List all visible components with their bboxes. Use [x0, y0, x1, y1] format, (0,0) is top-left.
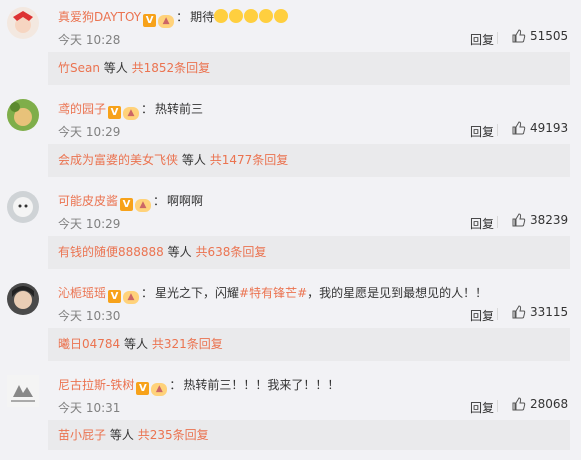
comment-username[interactable]: 真爱狗DAYTOY	[58, 10, 141, 24]
like-count: 49193	[530, 121, 569, 135]
like-button[interactable]: 49193	[512, 121, 568, 135]
vip-badge-icon: ▲	[123, 291, 140, 304]
verified-badge-icon: V	[108, 290, 122, 303]
comment-text: 期待	[190, 10, 215, 24]
comment-time: 今天 10:31	[58, 401, 121, 415]
comment-text: 啊啊啊	[167, 194, 204, 208]
vip-badge-icon: ▲	[151, 383, 168, 396]
reply-button[interactable]: 回复	[470, 123, 494, 140]
emoji-icon	[259, 9, 274, 23]
comment-time: 今天 10:29	[58, 217, 121, 231]
vip-badge-icon: ▲	[135, 199, 152, 212]
thumbs-up-icon	[512, 305, 526, 319]
reply-count-link[interactable]: 共321条回复	[152, 337, 223, 351]
like-count: 38239	[530, 213, 569, 227]
emoji-icon	[229, 9, 244, 23]
thumbs-up-icon	[512, 213, 526, 227]
comment-item: 鸢的园子 V ▲：热转前三 今天 10:29 回复 49193 会成为富婆的美女飞侠…	[0, 92, 581, 184]
comment-text: 星光之下，闪耀	[155, 286, 240, 300]
reply-summary[interactable]: 曦日04784 等人 共321条回复	[48, 328, 570, 361]
comment-time: 今天 10:29	[58, 125, 121, 139]
like-count: 28068	[530, 397, 569, 411]
avatar[interactable]	[7, 283, 39, 315]
verified-badge-icon: V	[120, 198, 134, 211]
reply-users[interactable]: 会成为富婆的美女飞侠	[58, 153, 178, 167]
comment-username[interactable]: 尼古拉斯-铁树	[58, 378, 134, 392]
reply-summary[interactable]: 苗小屁子 等人 共235条回复	[48, 420, 570, 450]
vip-badge-icon: ▲	[123, 107, 140, 120]
reply-count-link[interactable]: 共1852条回复	[132, 61, 211, 75]
divider	[497, 400, 498, 412]
verified-badge-icon: V	[108, 106, 122, 119]
comment-text: 热转前三！！！我来了！！！	[183, 378, 340, 392]
thumbs-up-icon	[512, 29, 526, 43]
reply-others: 等人	[103, 61, 128, 75]
avatar[interactable]	[7, 191, 39, 223]
reply-summary[interactable]: 会成为富婆的美女飞侠 等人 共1477条回复	[48, 144, 570, 177]
divider	[497, 216, 498, 228]
like-button[interactable]: 38239	[512, 213, 568, 227]
like-count: 33115	[530, 305, 569, 319]
like-button[interactable]: 51505	[512, 29, 568, 43]
reply-summary[interactable]: 有钱的随便888888 等人 共638条回复	[48, 236, 570, 269]
comment-time: 今天 10:28	[58, 33, 121, 47]
comment-item: 沁栀瑶瑶 V ▲：星光之下，闪耀#特有锋芒#，我的星愿是见到最想见的人！！ 今天 1…	[0, 276, 581, 368]
like-button[interactable]: 33115	[512, 305, 568, 319]
avatar[interactable]	[7, 7, 39, 39]
reply-count-link[interactable]: 共638条回复	[195, 245, 266, 259]
reply-button[interactable]: 回复	[470, 31, 494, 48]
like-count: 51505	[530, 29, 569, 43]
comment-text: 热转前三	[155, 102, 204, 116]
reply-others: 等人	[181, 153, 206, 167]
comment-text-continued: ，我的星愿是见到最想见的人！！	[307, 286, 488, 300]
comment-item: 可能皮皮酱 V ▲：啊啊啊 今天 10:29 回复 38239 有钱的随便88888…	[0, 184, 581, 276]
emoji-group	[214, 9, 289, 24]
comment-username[interactable]: 鸢的园子	[58, 102, 106, 116]
like-button[interactable]: 28068	[512, 397, 568, 411]
reply-users[interactable]: 苗小屁子	[58, 428, 106, 442]
reply-users[interactable]: 有钱的随便888888	[58, 245, 164, 259]
reply-users[interactable]: 竹Sean	[58, 61, 100, 75]
vip-badge-icon: ▲	[158, 15, 175, 28]
thumbs-up-icon	[512, 397, 526, 411]
emoji-icon	[214, 9, 229, 23]
emoji-icon	[274, 9, 289, 23]
verified-badge-icon: V	[136, 382, 150, 395]
topic-link[interactable]: #特有锋芒#	[239, 286, 307, 300]
reply-button[interactable]: 回复	[470, 399, 494, 416]
reply-users[interactable]: 曦日04784	[58, 337, 120, 351]
reply-others: 等人	[167, 245, 192, 259]
comment-username[interactable]: 沁栀瑶瑶	[58, 286, 106, 300]
reply-count-link[interactable]: 共1477条回复	[210, 153, 289, 167]
thumbs-up-icon	[512, 121, 526, 135]
divider	[497, 124, 498, 136]
comment-time: 今天 10:30	[58, 309, 121, 323]
comment-list: 真爱狗DAYTOY V ▲：期待 今天 10:28 回复 51505 竹Sean 等…	[0, 0, 581, 455]
reply-others: 等人	[124, 337, 149, 351]
avatar[interactable]	[7, 375, 39, 407]
divider	[497, 32, 498, 44]
verified-badge-icon: V	[143, 14, 157, 27]
reply-others: 等人	[109, 428, 134, 442]
emoji-icon	[244, 9, 259, 23]
avatar[interactable]	[7, 99, 39, 131]
reply-button[interactable]: 回复	[470, 215, 494, 232]
comment-item: 真爱狗DAYTOY V ▲：期待 今天 10:28 回复 51505 竹Sean 等…	[0, 0, 581, 92]
reply-button[interactable]: 回复	[470, 307, 494, 324]
reply-summary[interactable]: 竹Sean 等人 共1852条回复	[48, 52, 570, 85]
comment-item: 尼古拉斯-铁树 V ▲：热转前三！！！我来了！！！ 今天 10:31 回复 2806…	[0, 368, 581, 460]
reply-count-link[interactable]: 共235条回复	[138, 428, 209, 442]
divider	[497, 308, 498, 320]
comment-username[interactable]: 可能皮皮酱	[58, 194, 118, 208]
